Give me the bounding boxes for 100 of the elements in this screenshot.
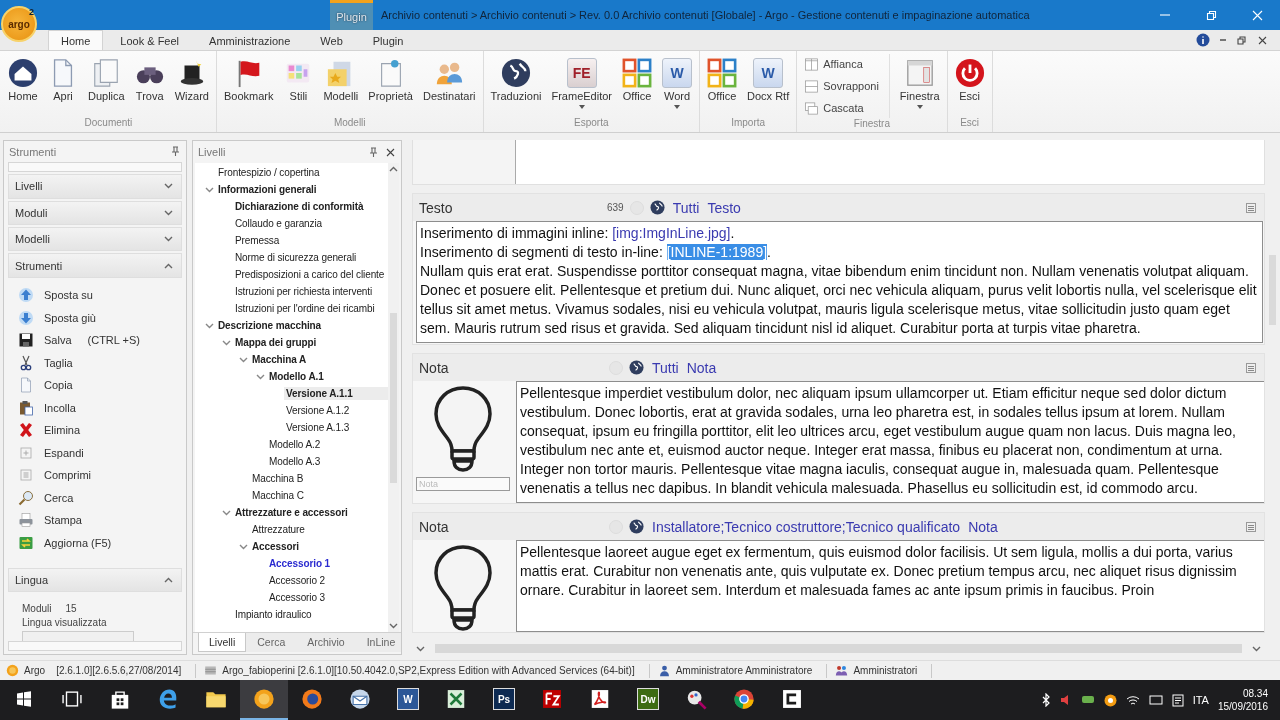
- tree-item[interactable]: Istruzioni per richiesta interventi: [233, 285, 375, 298]
- menu-icon[interactable]: [1246, 362, 1256, 373]
- ribbon-button[interactable]: Stili: [279, 54, 318, 116]
- tree-item[interactable]: Versione A.1.3: [284, 421, 352, 434]
- tool-item[interactable]: Aggiorna (F5): [18, 534, 112, 551]
- ribbon-button[interactable]: Duplica: [84, 54, 129, 116]
- filter-link[interactable]: Nota: [968, 518, 998, 535]
- filter-link[interactable]: Nota: [686, 359, 717, 376]
- tool-item[interactable]: Sposta giù: [18, 309, 96, 326]
- tree-item[interactable]: Modello A.1: [267, 370, 326, 383]
- ribbon-button[interactable]: FE FrameEditor: [547, 54, 616, 116]
- tree-item[interactable]: Versione A.1.2: [284, 404, 352, 417]
- panel-tab[interactable]: Archivio: [296, 633, 356, 652]
- ribbon-button[interactable]: Finestra: [895, 54, 944, 116]
- ribbon-button[interactable]: Modelli: [319, 54, 363, 116]
- tree-item[interactable]: Modello A.2: [267, 438, 323, 451]
- section-header[interactable]: Livelli: [8, 174, 182, 199]
- app-logo[interactable]: argo 2: [1, 6, 37, 42]
- panel-tab[interactable]: Livelli: [198, 633, 247, 652]
- tool-item[interactable]: Taglia: [18, 354, 73, 371]
- filter-link[interactable]: Tutti: [672, 199, 700, 216]
- tree-item[interactable]: Attrezzature: [250, 523, 307, 536]
- ribbon-tab[interactable]: Look & Feel: [107, 30, 193, 50]
- tree-item[interactable]: Accessorio 3: [267, 591, 328, 604]
- tree-item[interactable]: Modello A.3: [267, 455, 323, 468]
- tree-item[interactable]: Macchina B: [250, 472, 306, 485]
- section-header[interactable]: Lingua: [8, 567, 182, 593]
- vertical-scrollbar[interactable]: [388, 163, 399, 632]
- ribbon-tab[interactable]: Amministrazione: [196, 30, 304, 50]
- ribbon-button[interactable]: Home: [4, 54, 42, 116]
- ribbon-tab[interactable]: Home: [48, 30, 104, 50]
- tool-item[interactable]: Sposta su: [18, 287, 93, 304]
- taskbar-button[interactable]: [240, 680, 288, 720]
- ribbon-small-button[interactable]: Sovrapponi: [800, 76, 883, 96]
- tool-item[interactable]: Salva (CTRL +S): [18, 332, 140, 349]
- ribbon-button[interactable]: Destinatari: [418, 54, 480, 116]
- tool-item[interactable]: Espandi: [18, 444, 84, 461]
- ribbon-button[interactable]: Trova: [130, 54, 169, 116]
- ribbon-small-button[interactable]: Affianca: [800, 54, 883, 74]
- ribbon-button[interactable]: Office: [618, 54, 656, 116]
- tree-item[interactable]: Macchina C: [250, 489, 306, 502]
- tool-item[interactable]: Comprimi: [18, 467, 92, 484]
- language-indicator[interactable]: ITA: [1192, 694, 1209, 706]
- tree-item[interactable]: Attrezzature e accessori: [233, 506, 350, 519]
- tree-item[interactable]: Mappa dei gruppi: [233, 336, 319, 349]
- section-header[interactable]: Strumenti: [8, 253, 182, 278]
- tool-item[interactable]: Cerca: [18, 489, 74, 506]
- bluetooth-icon[interactable]: [1040, 693, 1051, 707]
- tree-item[interactable]: Macchina A: [250, 353, 309, 366]
- chat-icon[interactable]: [1080, 694, 1095, 706]
- tree-item[interactable]: Accessorio 2: [267, 574, 328, 587]
- menu-icon[interactable]: [1246, 521, 1256, 532]
- tree-item[interactable]: Accessori: [250, 540, 301, 553]
- ribbon-button[interactable]: W Word: [658, 54, 696, 116]
- notes-icon[interactable]: [1171, 693, 1184, 707]
- menu-icon[interactable]: [1246, 202, 1256, 213]
- wifi-icon[interactable]: [1125, 694, 1140, 706]
- clock[interactable]: 08.34 15/09/2016: [1217, 687, 1268, 713]
- ribbon-button[interactable]: Bookmark: [219, 54, 278, 116]
- ribbon-small-button[interactable]: Cascata: [800, 98, 883, 118]
- section-header[interactable]: Modelli: [8, 227, 182, 252]
- tool-item[interactable]: Elimina: [18, 422, 81, 439]
- ribbon-button[interactable]: W Docx Rtf: [743, 54, 794, 116]
- tree-item[interactable]: Descrizione macchina: [216, 319, 324, 332]
- tree-item[interactable]: Accessorio 1: [267, 557, 333, 570]
- tree-item[interactable]: Dichiarazione di conformità: [233, 200, 366, 213]
- tree-item[interactable]: Istruzioni per l'ordine dei ricambi: [233, 302, 377, 315]
- tree-item[interactable]: Premessa: [233, 234, 282, 247]
- ribbon-button[interactable]: Esci: [950, 54, 989, 116]
- ribbon-button[interactable]: Office: [703, 54, 741, 116]
- ribbon-button[interactable]: Wizard: [170, 54, 213, 116]
- tree-item[interactable]: Impianto idraulico: [233, 608, 314, 621]
- keyboard-icon[interactable]: [1148, 694, 1163, 706]
- ribbon-button[interactable]: Proprietà: [364, 54, 417, 116]
- tool-item[interactable]: Stampa: [18, 512, 82, 529]
- taskbar-button[interactable]: W: [384, 680, 432, 720]
- inline-link[interactable]: [img:ImgInLine.jpg]: [612, 225, 731, 241]
- circle-icon[interactable]: [1103, 693, 1117, 707]
- tree-item[interactable]: Informazioni generali: [216, 183, 319, 196]
- tree-item[interactable]: Collaudo e garanzia: [233, 217, 325, 230]
- ribbon-tab[interactable]: Web: [307, 30, 356, 50]
- ribbon-button[interactable]: Apri: [44, 54, 82, 116]
- filter-link[interactable]: Testo: [707, 199, 741, 216]
- tool-item[interactable]: Copia: [18, 377, 73, 394]
- ribbon-tab[interactable]: Plugin: [359, 30, 417, 50]
- tree-item[interactable]: Versione A.1.1: [284, 387, 388, 400]
- panel-tab[interactable]: InLine: [355, 633, 401, 652]
- tree-item[interactable]: Predisposizioni a carico del cliente: [233, 268, 387, 281]
- info-icon[interactable]: [1196, 33, 1210, 47]
- filter-link[interactable]: Tutti: [652, 359, 679, 376]
- section-header[interactable]: Moduli: [8, 200, 182, 226]
- tree-item[interactable]: Frontespizio / copertina: [216, 166, 322, 179]
- caption-field[interactable]: Nota: [416, 477, 510, 491]
- panel-tab[interactable]: Cerca: [246, 633, 297, 652]
- ribbon-button[interactable]: Traduzioni: [486, 54, 546, 116]
- taskbar-button[interactable]: Dw: [624, 680, 672, 720]
- tree-item[interactable]: Norme di sicurezza generali: [233, 251, 359, 264]
- taskbar-button[interactable]: Ps: [480, 680, 528, 720]
- filter-link[interactable]: Installatore;Tecnico costruttore;Tecnico qualificato: [652, 518, 961, 535]
- tool-item[interactable]: Incolla: [18, 399, 76, 416]
